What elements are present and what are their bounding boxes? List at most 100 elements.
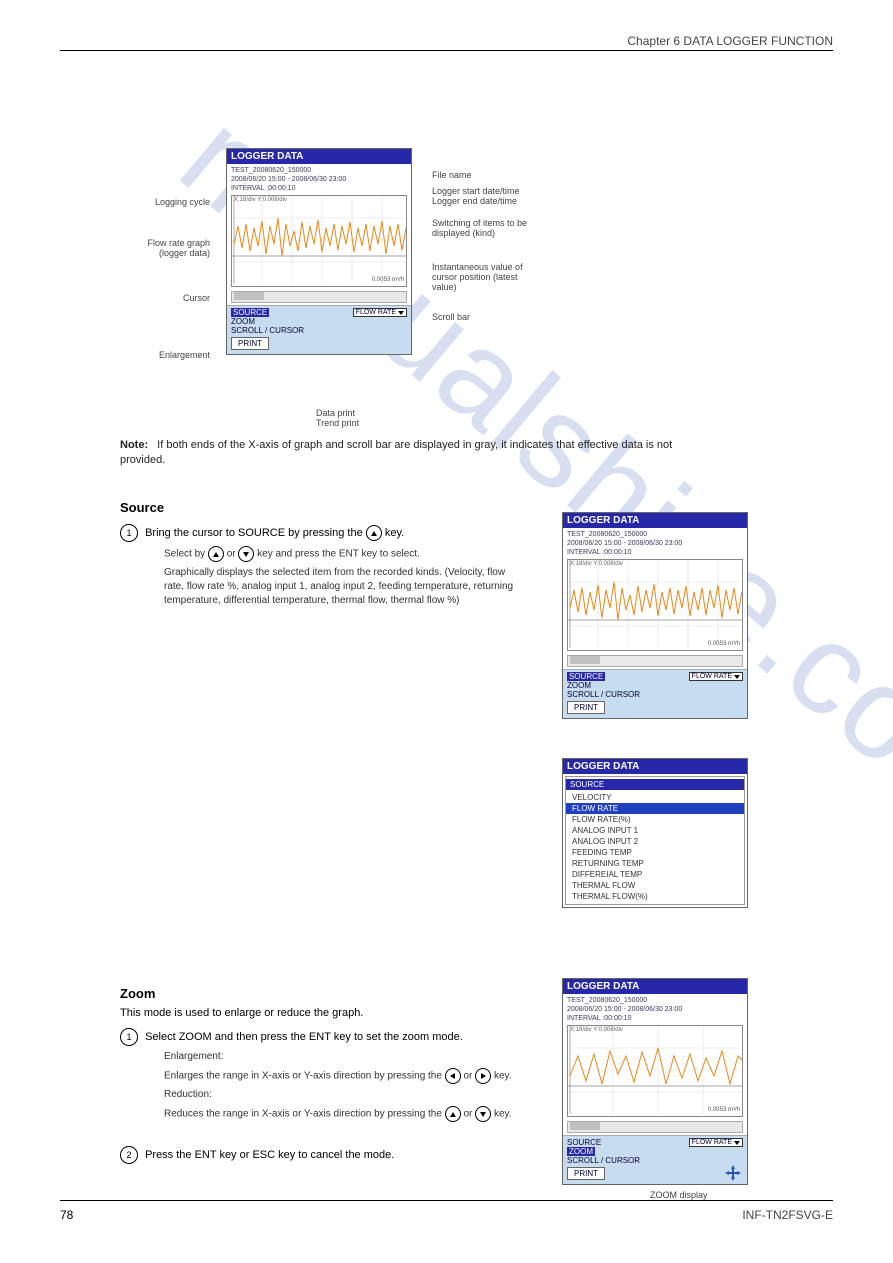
up-key-icon (366, 525, 382, 541)
panel-info: TEST_20080620_150000 2008/06/20 15:00 - … (227, 164, 411, 305)
callout-zoom-display: ZOOM display (650, 1190, 708, 1200)
step-number-2: 2 (120, 1146, 138, 1164)
graph-scrollbar[interactable] (567, 1121, 743, 1133)
axis-scale: X:18/div Y:0.008/div (570, 1027, 623, 1035)
zoom-arrows-icon (725, 1165, 741, 1181)
graph-area: X:18/div Y:0.008/div 0.0053 m³/h (231, 195, 407, 287)
page-header-right: Chapter 6 DATA LOGGER FUNCTION (60, 34, 833, 48)
panel-title: LOGGER DATA (563, 513, 747, 528)
source-menu-item[interactable]: ANALOG INPUT 1 (566, 825, 744, 836)
callout-file-name: File name (432, 170, 572, 180)
panel-title: LOGGER DATA (563, 979, 747, 994)
header-rule (60, 50, 833, 51)
logger-panel-source-1: LOGGER DATA TEST_20080620_150000 2008/06… (562, 512, 748, 719)
callout-switch-item: Switching of items to be displayed (kind… (432, 218, 592, 238)
source-heading: Source (120, 500, 164, 515)
source-menu-item[interactable]: RETURNING TEMP (566, 858, 744, 869)
panel-title: LOGGER DATA (227, 149, 411, 164)
source-label-hl: SOURCE (567, 672, 605, 681)
source-menu-item[interactable]: DIFFEREIAL TEMP (566, 869, 744, 880)
scroll-cursor-row[interactable]: SCROLL / CURSOR (231, 326, 407, 335)
dropdown-icon (734, 675, 740, 679)
doc-id: INF-TN2FSVG-E (742, 1208, 833, 1222)
graph-area: X:18/div Y:0.008/div 0.0053 m³/h (567, 1025, 743, 1117)
zoom-row[interactable]: ZOOM (231, 317, 407, 326)
source-menu-item[interactable]: FEEDING TEMP (566, 847, 744, 858)
date-range: 2008/06/20 15:00 - 2008/06/30 23:00 (231, 175, 407, 184)
cursor-value: 0.0053 m³/h (708, 641, 740, 649)
left-key-icon (445, 1068, 461, 1084)
source-step-1-b: Graphically displays the selected item f… (164, 566, 520, 608)
interval: INTERVAL :00:00:10 (567, 548, 743, 557)
source-menu-item[interactable]: FLOW RATE (566, 803, 744, 814)
cursor-value: 0.0053 m³/h (708, 1107, 740, 1115)
print-button[interactable]: PRINT (567, 1167, 605, 1180)
scroll-cursor-row[interactable]: SCROLL / CURSOR (567, 1156, 743, 1165)
source-select[interactable]: FLOW RATE (689, 672, 743, 681)
callout-cursor: Cursor (150, 293, 210, 303)
callout-print: Data print Trend print (316, 408, 436, 428)
callout-instantaneous: Instantaneous value of cursor position (… (432, 262, 602, 292)
axis-scale: X:18/div Y:0.008/div (234, 197, 287, 205)
source-menu-header: SOURCE (566, 779, 744, 790)
source-label: SOURCE (567, 1138, 601, 1147)
callout-zoom: Enlargement (140, 350, 210, 360)
right-key-icon (475, 1068, 491, 1084)
logger-panel-zoom: LOGGER DATA TEST_20080620_150000 2008/06… (562, 978, 748, 1185)
graph-scrollbar[interactable] (231, 291, 407, 303)
interval: INTERVAL :00:00:10 (231, 184, 407, 193)
source-menu-item[interactable]: FLOW RATE(%) (566, 814, 744, 825)
callout-scrollbar: Scroll bar (432, 312, 552, 322)
date-range: 2008/06/20 15:00 - 2008/06/30 23:00 (567, 539, 743, 548)
step-number-1: 1 (120, 524, 138, 542)
file-name: TEST_20080620_150000 (231, 166, 407, 175)
down-key-icon (238, 546, 254, 562)
axis-scale: X:18/div Y:0.008/div (570, 561, 623, 569)
trend-waveform (232, 196, 407, 284)
dropdown-icon (734, 1141, 740, 1145)
file-name: TEST_20080620_150000 (567, 996, 743, 1005)
source-label-hl: SOURCE (231, 308, 269, 317)
graph-area: X:18/div Y:0.008/div 0.0053 m³/h (567, 559, 743, 651)
source-select[interactable]: FLOW RATE (353, 308, 407, 317)
source-menu-item[interactable]: THERMAL FLOW (566, 880, 744, 891)
note-block: Note: If both ends of the X-axis of grap… (120, 438, 680, 468)
control-panel: SOURCE FLOW RATE ZOOM SCROLL / CURSOR PR… (227, 305, 411, 354)
print-button[interactable]: PRINT (567, 701, 605, 714)
cursor-value: 0.0053 m³/h (372, 277, 404, 285)
trend-waveform (568, 1026, 743, 1114)
callout-graph: Flow rate graph (logger data) (100, 238, 210, 258)
dropdown-icon (398, 311, 404, 315)
zoom-step-2: 2 Press the ENT key or ESC key to cancel… (120, 1146, 540, 1164)
zoom-row-hl[interactable]: ZOOM (567, 1147, 595, 1156)
callout-start-end: Logger start date/time Logger end date/t… (432, 186, 592, 206)
scroll-cursor-row[interactable]: SCROLL / CURSOR (567, 690, 743, 699)
logger-panel-source-menu: LOGGER DATA SOURCE VELOCITYFLOW RATEFLOW… (562, 758, 748, 908)
panel-title: LOGGER DATA (563, 759, 747, 774)
source-menu-item[interactable]: VELOCITY (566, 792, 744, 803)
source-menu: SOURCE VELOCITYFLOW RATEFLOW RATE(%)ANAL… (565, 776, 745, 905)
callout-logging-cycle: Logging cycle (100, 197, 210, 207)
note-text: If both ends of the X-axis of graph and … (120, 439, 672, 466)
step-number-1: 1 (120, 1028, 138, 1046)
source-menu-item[interactable]: ANALOG INPUT 2 (566, 836, 744, 847)
print-button[interactable]: PRINT (231, 337, 269, 350)
zoom-heading: Zoom (120, 986, 155, 1001)
down-key-icon (475, 1106, 491, 1122)
page-number: 78 (60, 1208, 73, 1222)
zoom-row[interactable]: ZOOM (567, 681, 743, 690)
up-key-icon (208, 546, 224, 562)
graph-scrollbar[interactable] (567, 655, 743, 667)
trend-waveform (568, 560, 743, 648)
zoom-intro: This mode is used to enlarge or reduce t… (120, 1006, 520, 1021)
date-range: 2008/06/20 15:00 - 2008/06/30 23:00 (567, 1005, 743, 1014)
source-menu-item[interactable]: THERMAL FLOW(%) (566, 891, 744, 902)
interval: INTERVAL :00:00:10 (567, 1014, 743, 1023)
up-key-icon (445, 1106, 461, 1122)
source-step-1: 1 Bring the cursor to SOURCE by pressing… (120, 524, 520, 608)
footer-rule (60, 1200, 833, 1201)
note-label: Note: (120, 439, 148, 451)
zoom-step-1: 1 Select ZOOM and then press the ENT key… (120, 1028, 540, 1122)
source-select[interactable]: FLOW RATE (689, 1138, 743, 1147)
logger-panel-annotated: LOGGER DATA TEST_20080620_150000 2008/06… (226, 148, 412, 355)
